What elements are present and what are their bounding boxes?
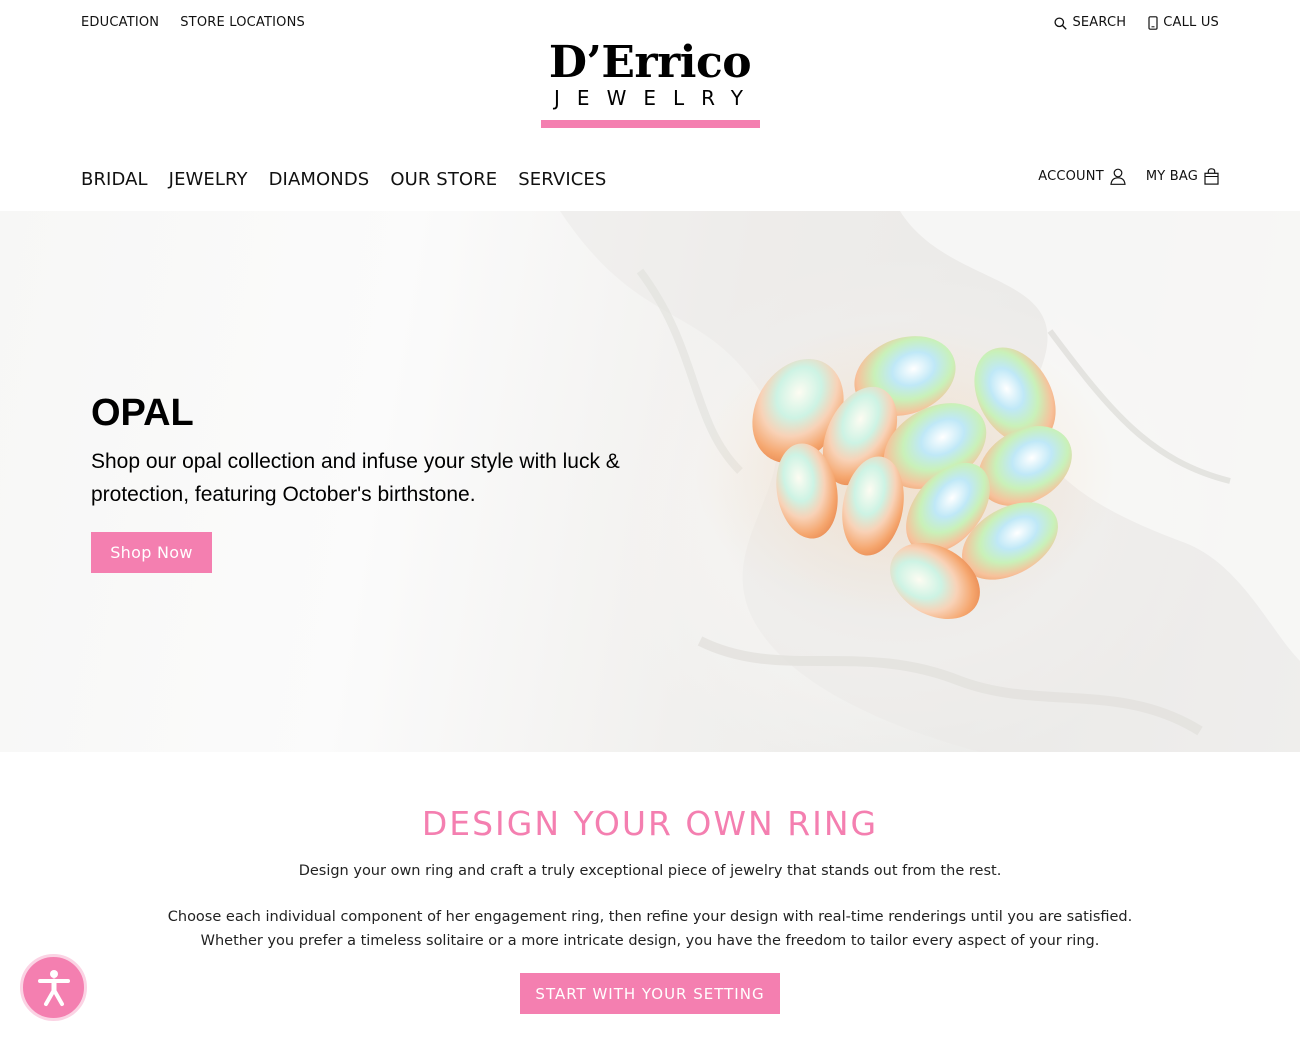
main-nav: BRIDAL JEWELRY DIAMONDS OUR STORE SERVIC… xyxy=(81,168,606,192)
start-with-setting-button[interactable]: START WITH YOUR SETTING xyxy=(520,973,780,1014)
nav-item-diamonds[interactable]: DIAMONDS xyxy=(269,168,370,192)
phone-icon xyxy=(1148,16,1158,30)
utility-nav-right: SEARCH CALL US xyxy=(1054,15,1219,31)
design-section-description: Choose each individual component of her … xyxy=(167,909,1133,949)
utility-nav-left: EDUCATION STORE LOCATIONS xyxy=(81,15,305,31)
nav-item-services[interactable]: SERVICES xyxy=(518,168,606,192)
design-section-title: DESIGN YOUR OWN RING xyxy=(421,804,879,843)
account-link[interactable]: ACCOUNT xyxy=(1038,168,1126,185)
store-locations-link[interactable]: STORE LOCATIONS xyxy=(180,15,305,31)
shopping-bag-icon xyxy=(1204,168,1219,185)
logo-subtitle: JEWELRY xyxy=(554,86,760,110)
search-icon xyxy=(1054,16,1068,30)
my-bag-label: MY BAG xyxy=(1145,168,1198,184)
hero-title: OPAL xyxy=(91,392,194,434)
hero-banner: OPAL Shop our opal collection and infuse… xyxy=(0,211,1300,752)
search-label: SEARCH xyxy=(1072,15,1127,30)
nav-item-our-store[interactable]: OUR STORE xyxy=(390,168,497,192)
site-logo[interactable]: D’Errico JEWELRY xyxy=(540,40,760,132)
account-label: ACCOUNT xyxy=(1038,168,1104,184)
nav-item-jewelry[interactable]: JEWELRY xyxy=(169,168,248,192)
hero-text: Shop our opal collection and infuse your… xyxy=(91,450,620,506)
education-link[interactable]: EDUCATION xyxy=(81,15,159,31)
logo-underline xyxy=(541,120,760,128)
call-us-label: CALL US xyxy=(1163,15,1219,30)
nav-item-bridal[interactable]: BRIDAL xyxy=(81,168,148,192)
search-link[interactable]: SEARCH xyxy=(1054,15,1126,31)
my-bag-link[interactable]: MY BAG xyxy=(1146,168,1219,185)
account-nav: ACCOUNT MY BAG xyxy=(1038,168,1219,185)
shop-now-button[interactable]: Shop Now xyxy=(91,532,212,573)
accessibility-widget-button[interactable] xyxy=(20,954,87,1021)
accessibility-icon xyxy=(37,969,70,1006)
call-us-link[interactable]: CALL US xyxy=(1148,15,1219,31)
user-icon xyxy=(1110,168,1126,185)
design-section-intro: Design your own ring and craft a truly e… xyxy=(298,863,1002,879)
logo-name: D’Errico xyxy=(548,37,752,88)
